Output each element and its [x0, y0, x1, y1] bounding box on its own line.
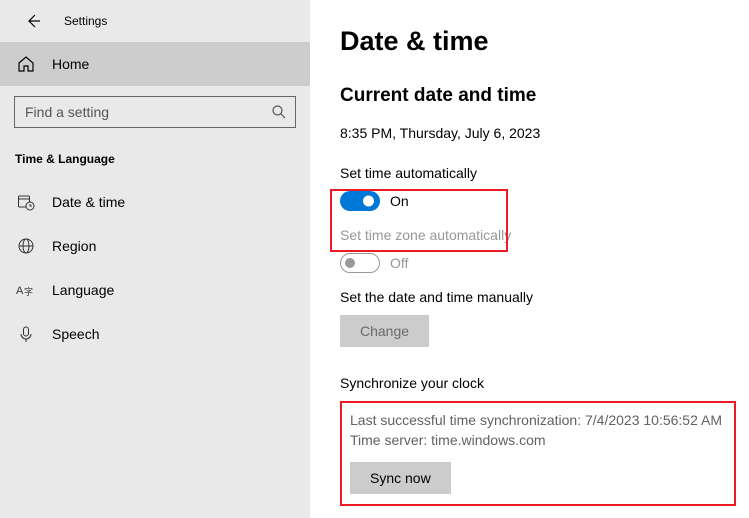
- sidebar-item-date-time[interactable]: Date & time: [0, 180, 310, 224]
- search-icon: [271, 104, 287, 120]
- search-box[interactable]: [14, 96, 296, 128]
- set-time-auto-toggle[interactable]: [340, 191, 380, 211]
- calendar-clock-icon: [15, 193, 37, 211]
- sidebar-category-title: Time & Language: [0, 138, 310, 180]
- back-button[interactable]: [22, 10, 44, 32]
- sidebar-item-label: Date & time: [52, 194, 125, 210]
- main-content: Date & time Current date and time 8:35 P…: [310, 0, 749, 518]
- microphone-icon: [15, 325, 37, 343]
- manual-set-label: Set the date and time manually: [340, 289, 749, 305]
- toggle-state: Off: [390, 255, 408, 271]
- sidebar: Settings Home Time & Language Date &: [0, 0, 310, 518]
- window-title: Settings: [64, 14, 107, 28]
- page-title: Date & time: [340, 26, 749, 57]
- set-tz-auto-label: Set time zone automatically: [340, 227, 749, 243]
- sync-now-button[interactable]: Sync now: [350, 462, 451, 494]
- section-title: Current date and time: [340, 85, 749, 107]
- sidebar-item-home[interactable]: Home: [0, 42, 310, 86]
- toggle-state: On: [390, 193, 409, 209]
- svg-text:字: 字: [24, 286, 33, 297]
- last-sync-text: Last successful time synchronization: 7/…: [350, 411, 726, 431]
- search-input[interactable]: [15, 97, 295, 127]
- sidebar-item-region[interactable]: Region: [0, 224, 310, 268]
- sidebar-item-label: Home: [52, 56, 89, 72]
- current-datetime: 8:35 PM, Thursday, July 6, 2023: [340, 125, 749, 141]
- sidebar-item-label: Region: [52, 238, 96, 254]
- set-time-auto-label: Set time automatically: [340, 165, 749, 181]
- sync-highlight-box: Last successful time synchronization: 7/…: [340, 401, 736, 506]
- sidebar-item-speech[interactable]: Speech: [0, 312, 310, 356]
- top-bar: Settings: [0, 0, 310, 42]
- sync-section-label: Synchronize your clock: [340, 375, 749, 391]
- change-button: Change: [340, 315, 429, 347]
- svg-text:A: A: [16, 285, 24, 297]
- sidebar-item-label: Language: [52, 282, 114, 298]
- sidebar-item-label: Speech: [52, 326, 99, 342]
- globe-icon: [15, 237, 37, 255]
- time-server-text: Time server: time.windows.com: [350, 431, 726, 451]
- language-icon: A字: [15, 281, 37, 299]
- set-tz-auto-toggle: [340, 253, 380, 273]
- arrow-left-icon: [25, 13, 41, 29]
- home-icon: [15, 55, 37, 73]
- sidebar-item-language[interactable]: A字 Language: [0, 268, 310, 312]
